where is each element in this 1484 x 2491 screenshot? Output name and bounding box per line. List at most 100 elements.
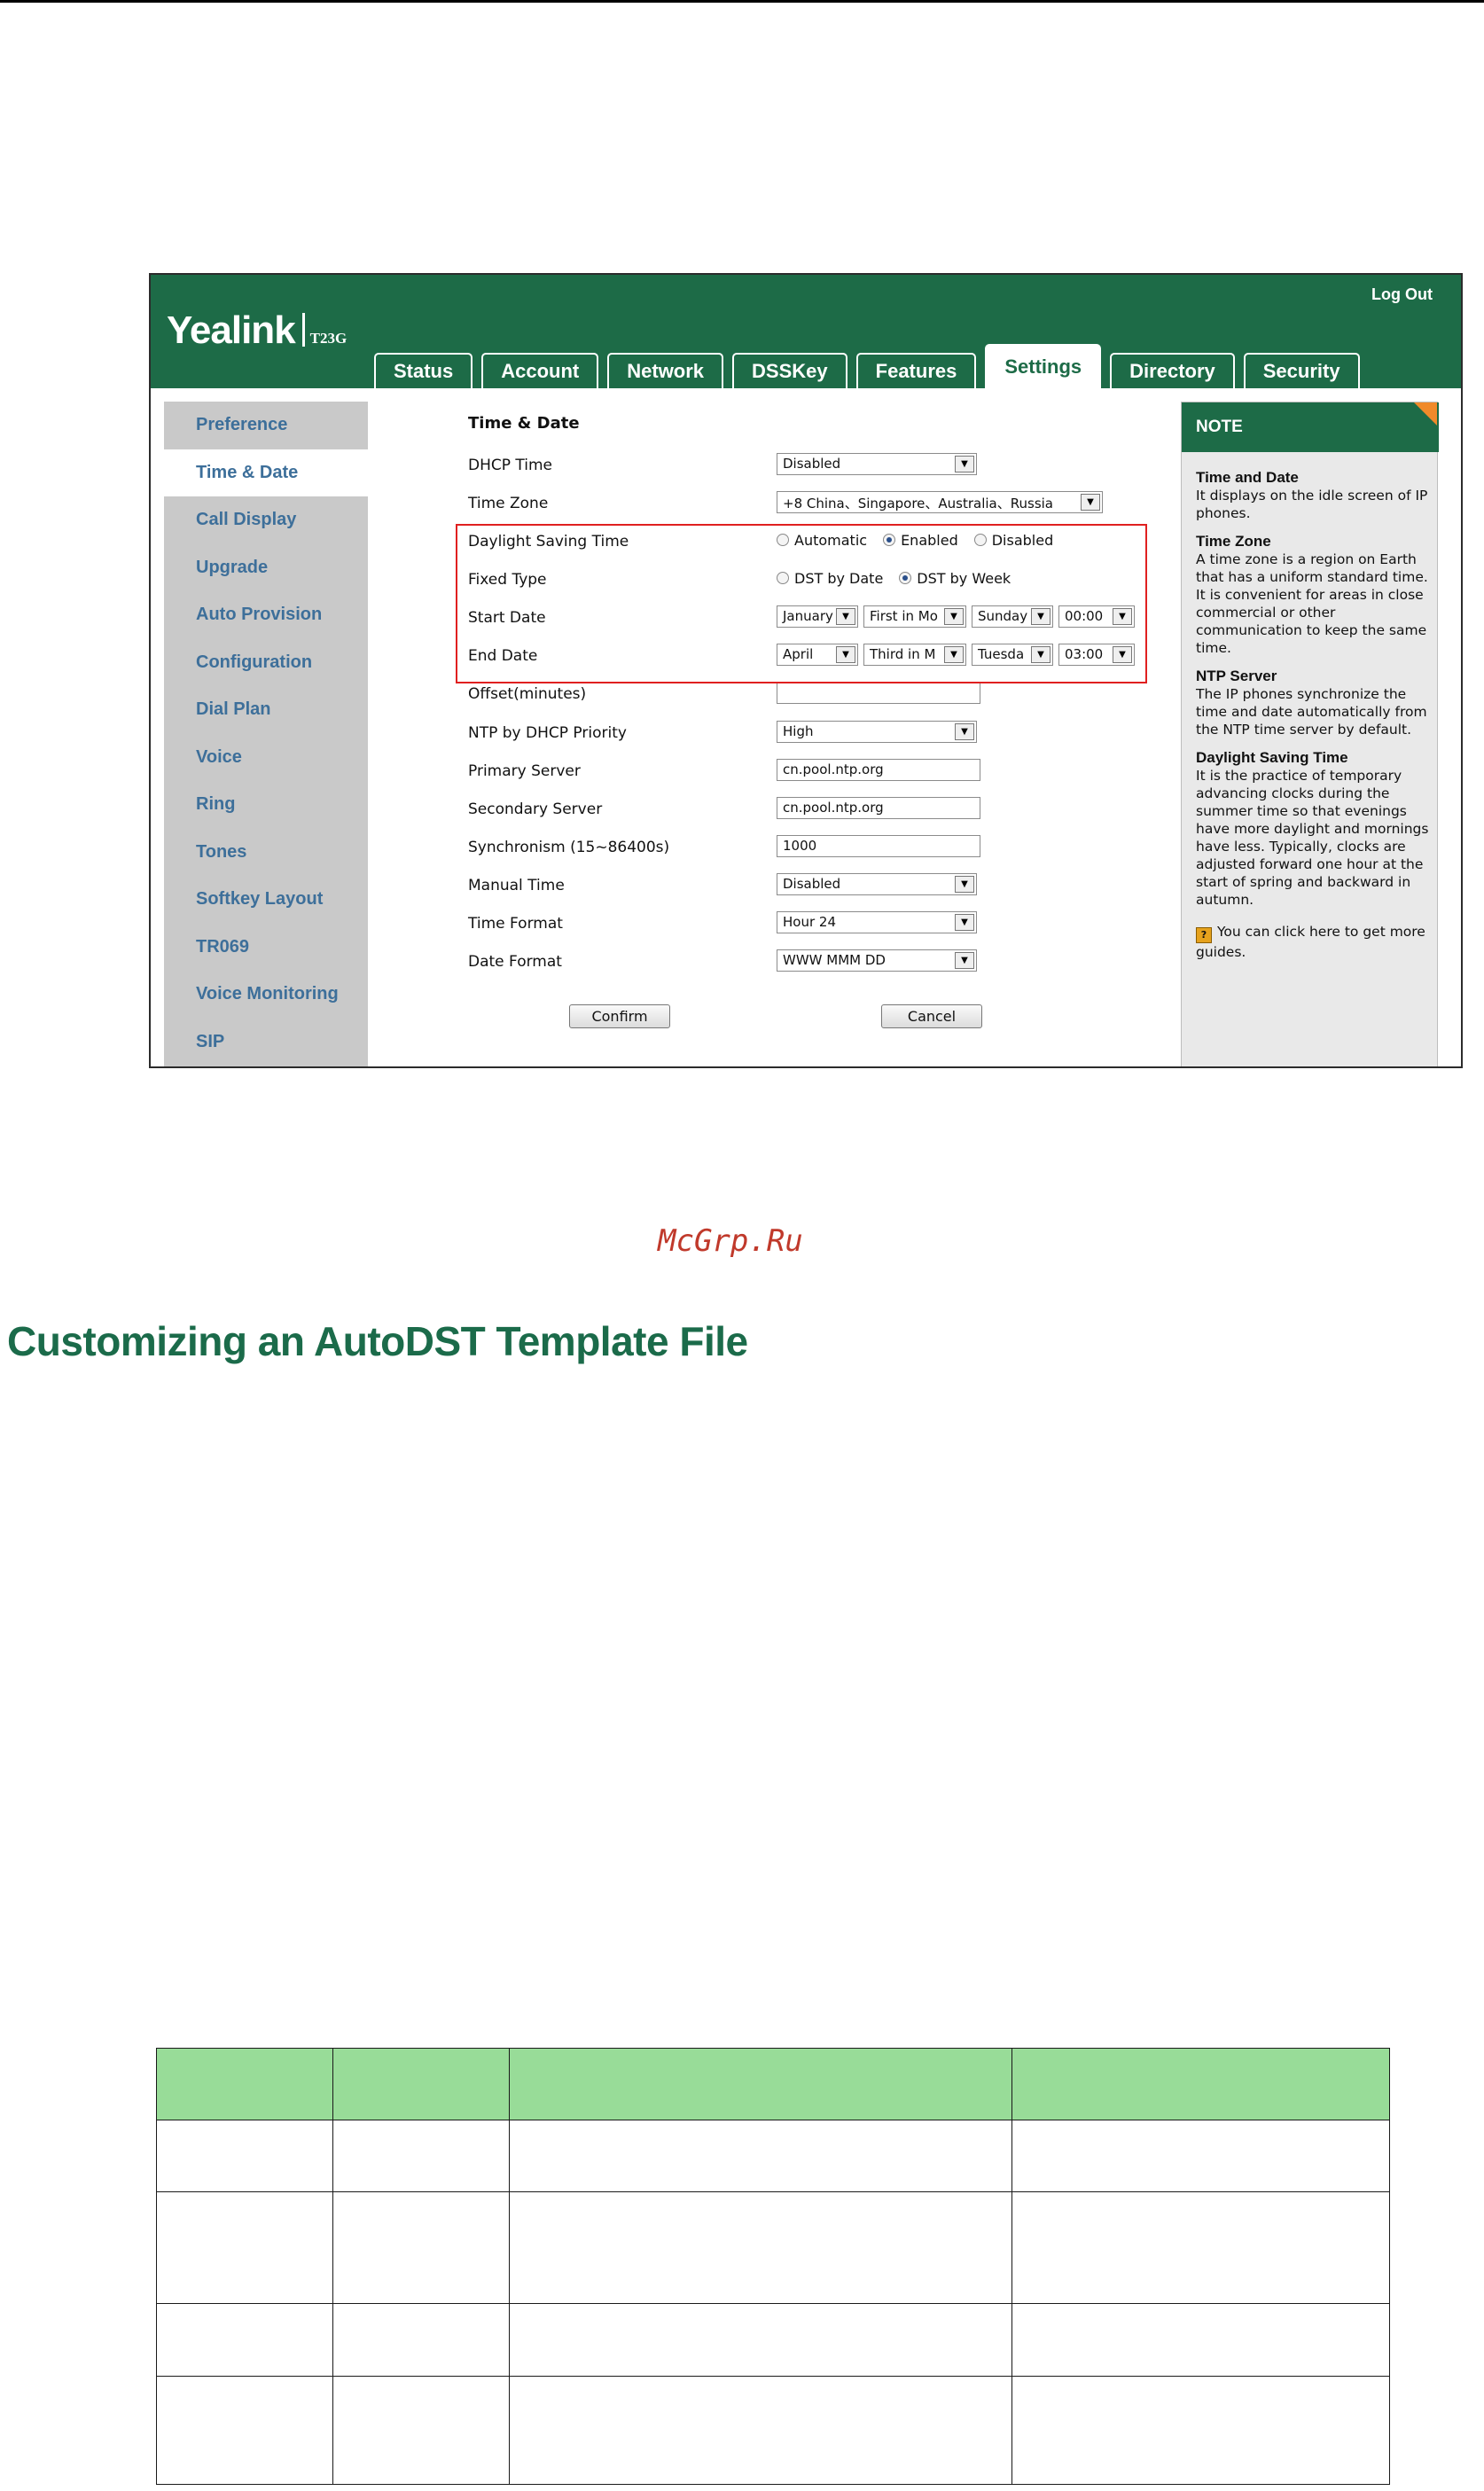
- tab-features[interactable]: Features: [855, 353, 977, 388]
- confirm-button[interactable]: Confirm: [569, 1004, 670, 1028]
- tab-directory[interactable]: Directory: [1110, 353, 1235, 388]
- table-cell: [509, 2191, 1012, 2304]
- synchronism-input[interactable]: 1000: [777, 834, 980, 857]
- tab-settings[interactable]: Settings: [985, 344, 1102, 388]
- sidebar-item-time-date[interactable]: Time & Date: [164, 449, 373, 496]
- form-title: Time & Date: [468, 414, 580, 433]
- tab-dsskey[interactable]: DSSKey: [732, 353, 847, 388]
- dst-highlight-box: [456, 524, 1147, 683]
- guide-link[interactable]: ? You can click here to get more guides.: [1196, 923, 1430, 961]
- sidebar-item-sip[interactable]: SIP: [164, 1019, 368, 1066]
- note-corner-fold: [1414, 402, 1437, 426]
- sidebar-item-ring[interactable]: Ring: [164, 781, 368, 829]
- sidebar-item-configuration[interactable]: Configuration: [164, 639, 368, 687]
- table-header-cell: [156, 2048, 333, 2120]
- sidebar-item-preference[interactable]: Preference: [164, 402, 368, 449]
- guide-book-icon: ?: [1196, 927, 1212, 943]
- main-tabs: Status Account Network DSSKey Features S…: [374, 344, 1369, 388]
- note-panel: NOTE Time and Date It displays on the id…: [1181, 402, 1439, 1066]
- manual-time-label: Manual Time: [468, 877, 565, 894]
- table-cell: [332, 2120, 510, 2192]
- dhcp-time-label: DHCP Time: [468, 457, 553, 474]
- table-cell: [509, 2376, 1012, 2485]
- note-body: Time and Date It displays on the idle sc…: [1196, 469, 1430, 961]
- row-manual-time: Manual Time Disabled ▼: [468, 870, 1230, 905]
- table-header-cell: [332, 2048, 510, 2120]
- row-secondary-server: Secondary Server cn.pool.ntp.org: [468, 793, 1230, 829]
- model-label: T23G: [309, 330, 348, 347]
- date-format-select[interactable]: WWW MMM DD ▼: [777, 949, 977, 972]
- table-cell: [1011, 2191, 1390, 2304]
- chevron-down-icon: ▼: [955, 875, 974, 893]
- table-row: [156, 2120, 1390, 2192]
- logo-separator: [301, 313, 305, 347]
- note-heading: Time Zone: [1196, 533, 1271, 550]
- cancel-button[interactable]: Cancel: [881, 1004, 982, 1028]
- table-header-row: [156, 2048, 1390, 2120]
- ntp-priority-select[interactable]: High ▼: [777, 720, 977, 743]
- note-heading: Daylight Saving Time: [1196, 749, 1348, 766]
- time-format-value: Hour 24: [783, 913, 836, 930]
- row-date-format: Date Format WWW MMM DD ▼: [468, 946, 1230, 981]
- note-header: NOTE: [1182, 402, 1439, 452]
- synchronism-label: Synchronism (15~86400s): [468, 839, 670, 856]
- row-time-zone: Time Zone +8 China、Singapore、Australia、R…: [468, 488, 1230, 523]
- table-cell: [332, 2303, 510, 2377]
- chevron-down-icon: ▼: [955, 722, 974, 740]
- table-cell: [509, 2120, 1012, 2192]
- offset-label: Offset(minutes): [468, 685, 587, 703]
- logout-link[interactable]: Log Out: [1371, 285, 1433, 304]
- table-row: [156, 2303, 1390, 2377]
- dhcp-time-select[interactable]: Disabled ▼: [777, 452, 977, 475]
- sidebar-item-tr069[interactable]: TR069: [164, 924, 368, 972]
- row-synchronism: Synchronism (15~86400s) 1000: [468, 832, 1230, 867]
- primary-server-label: Primary Server: [468, 762, 581, 780]
- secondary-server-input[interactable]: cn.pool.ntp.org: [777, 796, 980, 819]
- ntp-priority-value: High: [783, 722, 814, 739]
- sidebar-item-softkey-layout[interactable]: Softkey Layout: [164, 876, 368, 924]
- guide-text: You can click here to get more guides.: [1196, 924, 1425, 960]
- table-cell: [1011, 2303, 1390, 2377]
- web-ui-screenshot: Yealink T23G Log Out Status Account Netw…: [149, 273, 1463, 1068]
- chevron-down-icon: ▼: [1081, 493, 1100, 511]
- sidebar-item-tones[interactable]: Tones: [164, 829, 368, 877]
- note-title: NOTE: [1196, 418, 1243, 436]
- table-cell: [156, 2303, 333, 2377]
- date-format-value: WWW MMM DD: [783, 951, 886, 968]
- ntp-priority-label: NTP by DHCP Priority: [468, 724, 627, 742]
- manual-time-select[interactable]: Disabled ▼: [777, 872, 977, 895]
- table-cell: [332, 2191, 510, 2304]
- row-ntp-priority: NTP by DHCP Priority High ▼: [468, 717, 1230, 753]
- page-top-rule: [0, 0, 1484, 3]
- sidebar-item-upgrade[interactable]: Upgrade: [164, 544, 368, 592]
- watermark: McGrp.Ru: [658, 1223, 803, 1259]
- time-zone-value: +8 China、Singapore、Australia、Russia: [783, 495, 1053, 511]
- tab-account[interactable]: Account: [481, 353, 599, 388]
- time-zone-select[interactable]: +8 China、Singapore、Australia、Russia ▼: [777, 490, 1103, 513]
- row-time-format: Time Format Hour 24 ▼: [468, 908, 1230, 943]
- sidebar-item-voice-monitoring[interactable]: Voice Monitoring: [164, 971, 368, 1019]
- time-format-select[interactable]: Hour 24 ▼: [777, 910, 977, 933]
- tab-security[interactable]: Security: [1243, 353, 1360, 388]
- table-cell: [1011, 2120, 1390, 2192]
- manual-time-value: Disabled: [783, 875, 841, 892]
- date-format-label: Date Format: [468, 953, 562, 971]
- table-cell: [509, 2303, 1012, 2377]
- offset-input[interactable]: [777, 681, 980, 704]
- chevron-down-icon: ▼: [955, 913, 974, 931]
- logo-text: Yealink: [167, 308, 296, 352]
- sidebar-item-call-display[interactable]: Call Display: [164, 496, 368, 544]
- table-cell: [1011, 2376, 1390, 2485]
- primary-server-input[interactable]: cn.pool.ntp.org: [777, 758, 980, 781]
- sidebar-item-auto-provision[interactable]: Auto Provision: [164, 591, 368, 639]
- note-heading: NTP Server: [1196, 668, 1277, 684]
- section-title: Customizing an AutoDST Template File: [7, 1318, 748, 1364]
- tab-status[interactable]: Status: [374, 353, 473, 388]
- sidebar-item-voice[interactable]: Voice: [164, 734, 368, 782]
- time-format-label: Time Format: [468, 915, 563, 933]
- table-cell: [156, 2120, 333, 2192]
- table-cell: [156, 2191, 333, 2304]
- table-cell: [332, 2376, 510, 2485]
- tab-network[interactable]: Network: [607, 353, 724, 388]
- sidebar-item-dial-plan[interactable]: Dial Plan: [164, 686, 368, 734]
